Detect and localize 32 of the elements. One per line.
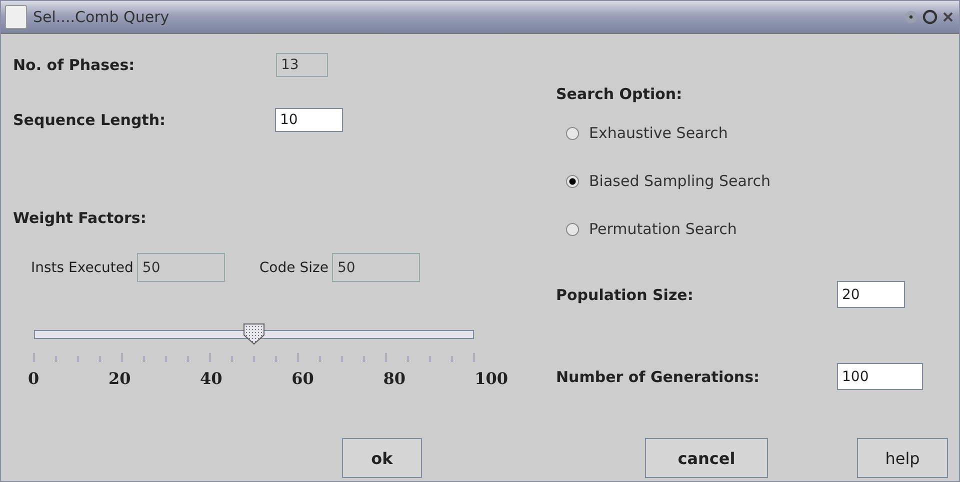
text-field[interactable]: 20 [837,281,905,308]
field-label: Number of Generations: [556,368,761,386]
window-icon [5,5,27,29]
section-title: Search Option: [556,85,684,103]
maximize-icon[interactable] [922,9,938,25]
radio-button[interactable] [566,174,579,188]
field-label: Code Size [259,260,328,276]
text-field[interactable]: 10 [275,108,343,132]
slider[interactable] [34,323,474,345]
tick-label: 20 [107,369,132,388]
field-label: No. of Phases: [13,56,136,74]
tick-label: 60 [290,369,315,388]
window-title: Sel....Comb Query [33,8,170,26]
radio-button[interactable] [566,126,579,140]
tick-label: 0 [28,369,40,388]
radio-button[interactable] [566,222,579,236]
tick-label: 40 [199,369,224,388]
ok-button[interactable]: ok [342,438,422,478]
minimize-icon[interactable] [903,9,919,25]
tick-label: 80 [382,369,406,388]
help-button[interactable]: help [857,438,948,478]
field-label: Insts Executed [31,260,134,276]
section-title: Weight Factors: [13,209,148,227]
text-field[interactable]: 100 [837,363,923,390]
cancel-button[interactable]: cancel [645,438,768,478]
tick-label: 100 [474,369,508,388]
radio-label[interactable]: Exhaustive Search [589,124,728,142]
field-label: Population Size: [556,286,694,304]
slider-thumb[interactable] [243,323,265,345]
field-label: Sequence Length: [13,111,167,129]
radio-label[interactable]: Permutation Search [589,220,737,238]
radio-label[interactable]: Biased Sampling Search [589,172,770,190]
